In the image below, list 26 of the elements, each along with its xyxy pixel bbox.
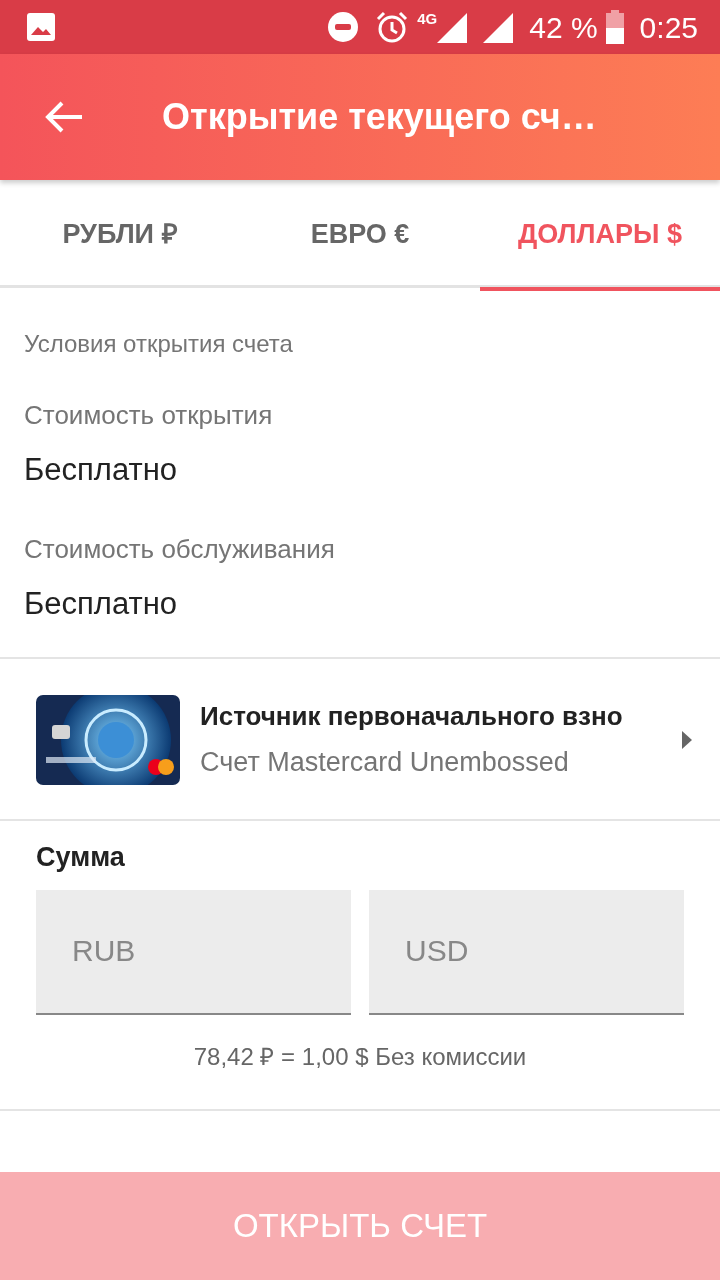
exchange-rate: 78,42 ₽ = 1,00 $ Без комиссии [192,1041,528,1072]
chevron-right-icon[interactable] [682,731,692,749]
signal-icon [437,11,468,43]
network-label: 4G [417,9,438,29]
battery-level: 42 % [529,9,598,46]
source-subtitle: Счет Mastercard Unembossed [200,746,570,780]
do-not-disturb-icon [327,11,360,43]
alarm-clock-icon [375,10,410,44]
section-heading: Сумма [36,841,126,874]
currency-tab[interactable]: ЕВРО € [240,180,480,288]
amount-input[interactable]: RUB [36,889,351,1015]
source-title: Источник первоначального взно [200,700,624,734]
back-arrow-icon[interactable] [44,100,84,134]
section-heading: Условия открытия счета [24,329,294,359]
screen-title: Открытие текущего сч… [162,95,597,139]
field-value: Бесплатно [24,451,179,489]
field-value: Бесплатно [24,584,179,623]
battery-icon [605,10,624,44]
signal-icon [483,11,514,43]
image-icon [26,12,56,42]
amount-input[interactable]: USD [369,889,684,1015]
currency-tab[interactable]: РУБЛИ ₽ [0,180,240,288]
field-label: Стоимость открытия [24,399,274,432]
currency-tab[interactable]: ДОЛЛАРЫ $ [480,180,720,288]
clock-time: 0:25 [639,9,698,46]
field-label: Стоимость обслуживания [24,532,336,566]
